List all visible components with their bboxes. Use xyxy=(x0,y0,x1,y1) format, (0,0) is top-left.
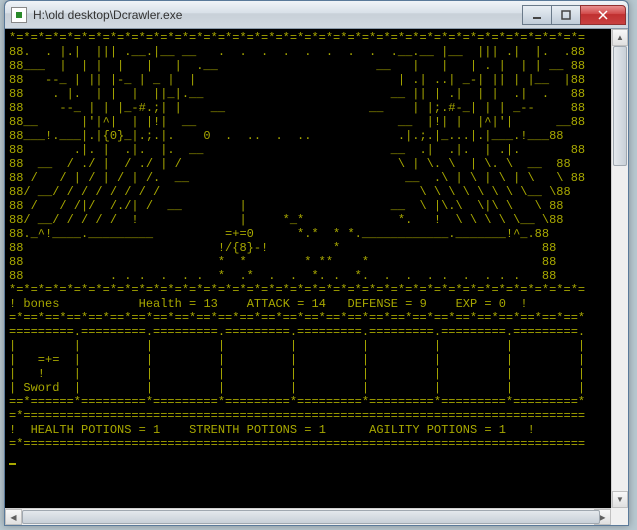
scroll-thumb[interactable] xyxy=(613,46,627,166)
vertical-scrollbar[interactable]: ▲ ▼ xyxy=(611,29,628,508)
window-title: H:\old desktop\Dcrawler.exe xyxy=(33,8,523,22)
inventory-slot-1-name: Sword xyxy=(23,381,59,395)
agility-potions-value: 1 xyxy=(499,423,506,437)
cursor-icon xyxy=(9,463,16,465)
potions-bar: ! HEALTH POTIONS = 1 STRENTH POTIONS = 1… xyxy=(9,423,535,437)
window-controls xyxy=(523,5,626,25)
scrollbar-corner xyxy=(611,508,628,525)
scroll-down-button[interactable]: ▼ xyxy=(612,491,628,508)
hscroll-thumb[interactable] xyxy=(22,510,600,524)
maximize-button[interactable] xyxy=(551,5,581,25)
minimize-button[interactable] xyxy=(522,5,552,25)
console-output: *=*=*=*=*=*=*=*=*=*=*=*=*=*=*=*=*=*=*=*=… xyxy=(5,29,611,508)
close-button[interactable] xyxy=(580,5,626,25)
client-area: *=*=*=*=*=*=*=*=*=*=*=*=*=*=*=*=*=*=*=*=… xyxy=(5,29,628,508)
scroll-left-button[interactable]: ◀ xyxy=(5,509,22,525)
app-window: H:\old desktop\Dcrawler.exe *=*=*=*=*=*=… xyxy=(4,0,629,526)
player-name: bones xyxy=(23,297,59,311)
scroll-up-button[interactable]: ▲ xyxy=(612,29,628,46)
bottom-scroll-row: ◀ ▶ xyxy=(5,508,628,525)
attack-value: 14 xyxy=(312,297,326,311)
dungeon-view: *=*=*=*=*=*=*=*=*=*=*=*=*=*=*=*=*=*=*=*=… xyxy=(9,31,585,297)
app-icon xyxy=(11,7,27,23)
horizontal-scrollbar[interactable]: ◀ ▶ xyxy=(5,508,611,525)
exp-value: 0 xyxy=(499,297,506,311)
scroll-track[interactable] xyxy=(612,46,628,491)
titlebar[interactable]: H:\old desktop\Dcrawler.exe xyxy=(5,1,628,29)
hscroll-track[interactable] xyxy=(22,509,594,525)
defense-value: 9 xyxy=(420,297,427,311)
health-value: 13 xyxy=(203,297,217,311)
strength-potions-value: 1 xyxy=(319,423,326,437)
stats-bar: ! bones Health = 13 ATTACK = 14 DEFENSE … xyxy=(9,297,528,311)
inventory-grid: =========.=========.=========.=========.… xyxy=(9,325,585,409)
health-potions-value: 1 xyxy=(153,423,160,437)
